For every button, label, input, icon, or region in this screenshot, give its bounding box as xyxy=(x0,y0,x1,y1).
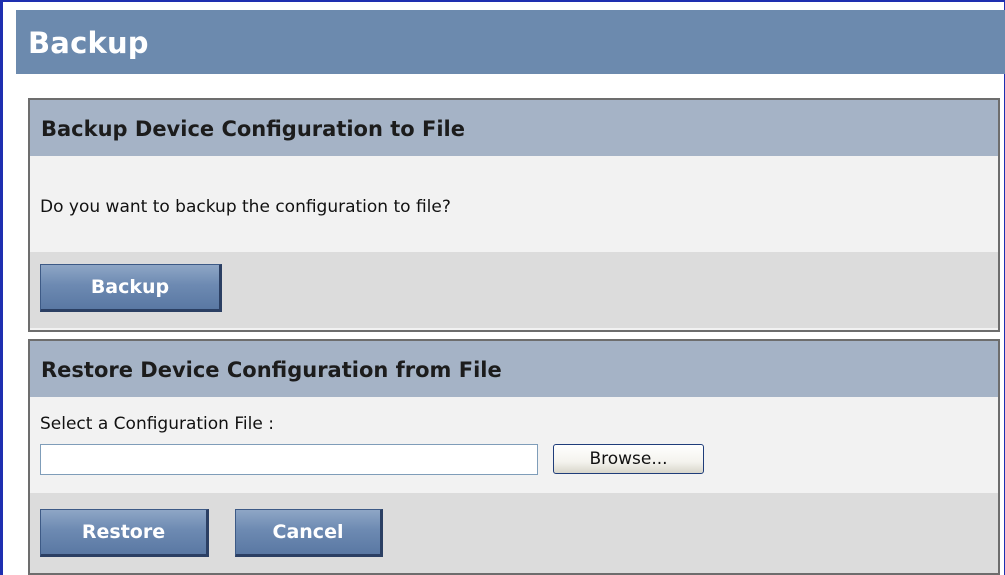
window-frame: Backup Backup Device Configuration to Fi… xyxy=(0,0,1005,575)
file-select-label: Select a Configuration File : xyxy=(40,414,274,434)
restore-button[interactable]: Restore xyxy=(40,509,209,557)
backup-panel: Backup Device Configuration to File Do y… xyxy=(28,98,1000,332)
restore-section-title: Restore Device Configuration from File xyxy=(30,341,998,397)
restore-body: Select a Configuration File : Browse... xyxy=(30,397,998,493)
config-file-input[interactable] xyxy=(40,444,538,475)
backup-section-title: Backup Device Configuration to File xyxy=(30,100,998,156)
backup-prompt: Do you want to backup the configuration … xyxy=(30,156,998,252)
backup-button[interactable]: Backup xyxy=(40,264,222,312)
browse-button[interactable]: Browse... xyxy=(553,444,704,474)
restore-panel: Restore Device Configuration from File S… xyxy=(28,339,1000,575)
cancel-button[interactable]: Cancel xyxy=(235,509,383,557)
restore-footer: Restore Cancel xyxy=(30,493,998,573)
backup-footer: Backup xyxy=(30,252,998,328)
file-picker-row: Browse... xyxy=(40,441,998,481)
page-title: Backup xyxy=(16,10,1005,74)
